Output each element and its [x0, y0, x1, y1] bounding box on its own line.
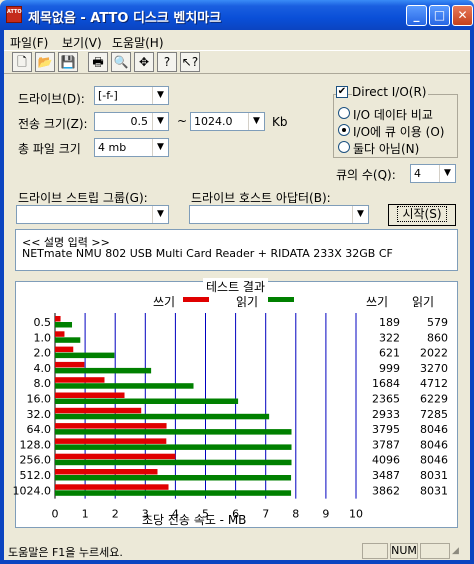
- read-bar: [55, 475, 292, 481]
- read-value: 7285: [420, 408, 448, 421]
- read-bar: [55, 322, 73, 328]
- y-tick-label: 1024.0: [13, 484, 52, 497]
- x-tick-label: 0: [52, 508, 59, 521]
- write-value: 3795: [372, 423, 400, 436]
- write-bar: [55, 392, 125, 398]
- y-tick-label: 256.0: [20, 454, 52, 467]
- status-panel-caps: [362, 543, 388, 559]
- status-help-text: 도움말은 F1을 누르세요.: [8, 546, 123, 559]
- write-value: 999: [379, 362, 400, 375]
- read-bar: [55, 352, 115, 359]
- read-value: 8046: [420, 423, 448, 436]
- status-panel-scroll: [420, 543, 450, 559]
- read-value: 8031: [420, 469, 448, 482]
- write-value: 621: [379, 347, 400, 360]
- y-tick-label: 16.0: [27, 393, 52, 406]
- read-value: 6229: [420, 393, 448, 406]
- y-tick-label: 4.0: [34, 362, 52, 375]
- transfer-rate-bar-chart: 0 1 2 3 4 5 6 7 8 9 100.5 189 5791.0 322 8602.0 621 2022…: [13, 313, 448, 521]
- read-value: 8046: [420, 438, 448, 451]
- x-tick-label: 10: [349, 508, 363, 521]
- read-bar: [55, 459, 292, 466]
- read-bar: [55, 413, 270, 420]
- read-bar: [55, 337, 81, 343]
- write-bar: [55, 361, 85, 368]
- y-tick-label: 32.0: [27, 408, 52, 421]
- write-bar: [55, 346, 74, 353]
- read-bar: [55, 383, 194, 389]
- write-bar: [55, 377, 105, 383]
- write-value: 189: [379, 316, 400, 329]
- x-axis-label: 초당 전송 속도 - MB: [142, 513, 247, 527]
- read-value: 8031: [420, 484, 448, 497]
- resize-grip-icon[interactable]: ◢: [452, 546, 466, 558]
- y-tick-label: 512.0: [20, 469, 52, 482]
- y-tick-label: 8.0: [34, 377, 52, 390]
- status-num-indicator: NUM: [390, 543, 418, 559]
- read-bar: [55, 490, 292, 496]
- y-tick-label: 128.0: [20, 438, 52, 451]
- read-value: 2022: [420, 347, 448, 360]
- read-bar: [55, 367, 152, 374]
- read-value: 8046: [420, 454, 448, 467]
- y-tick-label: 0.5: [34, 316, 52, 329]
- write-value: 3862: [372, 484, 400, 497]
- read-value: 579: [427, 316, 448, 329]
- read-value: 860: [427, 331, 448, 344]
- y-tick-label: 2.0: [34, 347, 52, 360]
- y-tick-label: 1.0: [34, 331, 52, 344]
- read-bar: [55, 429, 292, 435]
- write-value: 3787: [372, 438, 400, 451]
- write-value: 1684: [372, 377, 400, 390]
- read-value: 3270: [420, 362, 448, 375]
- write-bar: [55, 469, 158, 475]
- x-tick-label: 8: [292, 508, 299, 521]
- read-bar: [55, 444, 292, 450]
- write-bar: [55, 407, 142, 414]
- y-tick-label: 64.0: [27, 423, 52, 436]
- write-value: 3487: [372, 469, 400, 482]
- read-bar: [55, 398, 239, 404]
- x-tick-label: 1: [82, 508, 89, 521]
- write-bar: [55, 453, 176, 460]
- write-bar: [55, 331, 65, 337]
- write-value: 2365: [372, 393, 400, 406]
- x-tick-label: 2: [112, 508, 119, 521]
- x-tick-label: 7: [262, 508, 269, 521]
- write-bar: [55, 423, 167, 429]
- write-value: 322: [379, 331, 400, 344]
- write-value: 2933: [372, 408, 400, 421]
- x-tick-label: 9: [322, 508, 329, 521]
- write-bar: [55, 316, 61, 322]
- read-value: 4712: [420, 377, 448, 390]
- write-value: 4096: [372, 454, 400, 467]
- write-bar: [55, 484, 169, 490]
- write-bar: [55, 438, 167, 444]
